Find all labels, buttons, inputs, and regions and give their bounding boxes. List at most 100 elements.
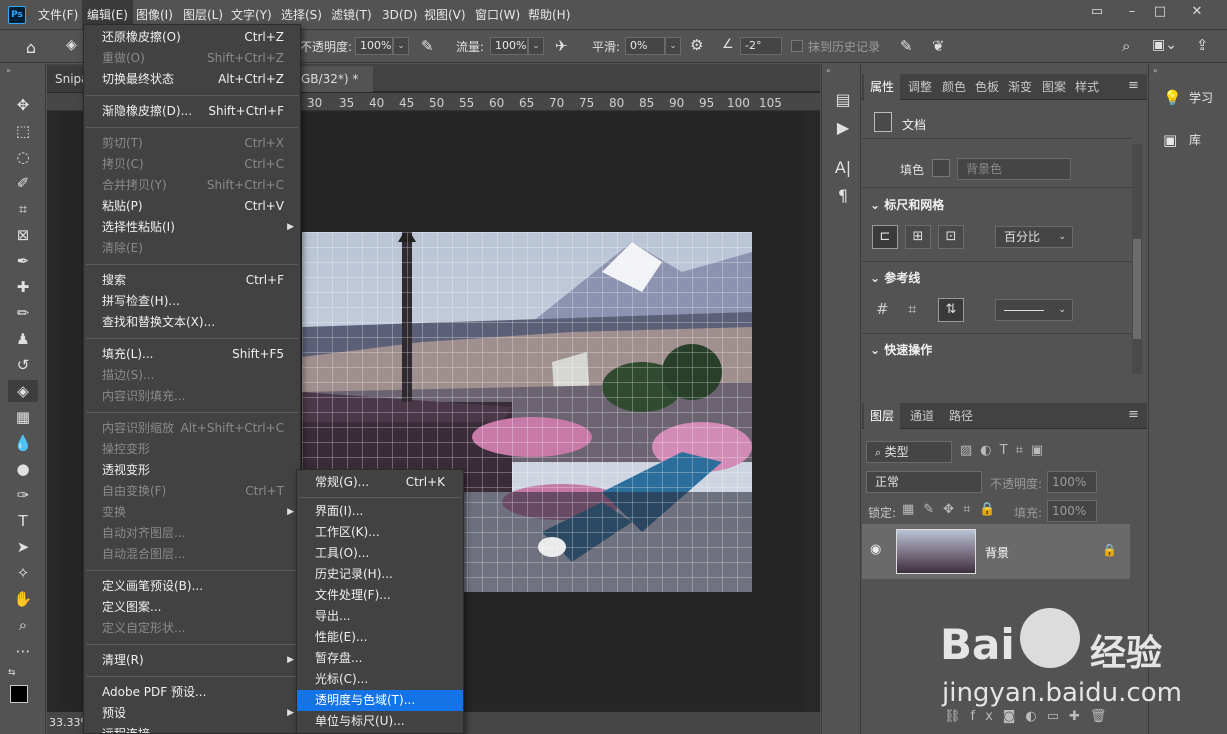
smart-guides-icon[interactable]: ⇅ [938,298,964,322]
type-tool-icon[interactable]: T [8,510,38,532]
dodge-tool-icon[interactable]: ● [8,458,38,480]
learn-button[interactable]: 💡 学习 [1153,84,1225,112]
smooth-dropdown[interactable]: ⌄ [665,37,681,55]
tab-styles[interactable]: 样式 [1069,74,1105,100]
more-tools-icon[interactable]: ⋯ [8,640,38,662]
lasso-tool-icon[interactable]: ◌ [8,146,38,168]
lock-icons[interactable]: ▦✎✥⌗🔒 [902,502,1005,517]
tab-properties[interactable]: 属性 [864,74,901,100]
preferences-menu-item[interactable]: 常规(G)... Ctrl+K [297,472,463,493]
preferences-menu-item[interactable]: 导出... [297,606,463,627]
preferences-menu-item[interactable]: 光标(C)... [297,669,463,690]
collapse-icon[interactable]: « [1153,66,1158,75]
crop-tool-icon[interactable]: ⌗ [8,198,38,220]
eraser-tool-icon[interactable]: ◈ [8,380,38,402]
share-icon[interactable]: ⇪ [1196,36,1209,54]
edit-menu-item[interactable]: 拼写检查(H)... [84,291,300,312]
properties-scrollbar[interactable] [1132,144,1142,374]
zoom-tool-icon[interactable]: ⌕ [8,614,38,636]
history-brush-icon[interactable]: ↺ [8,354,38,376]
opacity-dropdown[interactable]: ⌄ [393,37,409,55]
butterfly-icon[interactable]: ❦ [932,37,945,55]
layer-row[interactable]: ◉ 背景 🔒 [862,524,1130,579]
tab-patterns[interactable]: 图案 [1036,74,1072,100]
pixel-grid-icon[interactable]: ⊡ [938,225,964,249]
edit-menu-item[interactable]: 还原橡皮擦(O) Ctrl+Z [84,27,300,48]
tab-channels[interactable]: 通道 [904,403,940,429]
edit-menu-item[interactable]: 定义画笔预设(B)... [84,576,300,597]
foreground-color[interactable] [10,685,28,703]
guide-lock-icon[interactable]: ⌗ [908,300,916,318]
menu-view[interactable]: 视图(V) [419,0,471,30]
gradient-tool-icon[interactable]: ▦ [8,406,38,428]
layer-opacity-input[interactable]: 100% [1047,471,1097,493]
airbrush-icon[interactable]: ✈ [555,37,568,55]
collapse-icon[interactable]: « [826,66,831,75]
layer-name[interactable]: 背景 [985,544,1009,561]
frame-tool-icon[interactable]: ⊠ [8,224,38,246]
edit-menu-item[interactable]: 选择性粘贴(I) ▶ [84,217,300,238]
edit-menu-item[interactable]: 预设 ▶ [84,703,300,724]
quick-actions-heading[interactable]: ⌄ 快速操作 [870,341,932,358]
preferences-menu-item[interactable]: 工具(O)... [297,543,463,564]
opacity-input[interactable]: 100% [355,37,393,55]
edit-menu-item[interactable]: 填充(L)... Shift+F5 [84,344,300,365]
path-select-icon[interactable]: ➤ [8,536,38,558]
grid-toggle-icon[interactable]: ⊞ [905,225,931,249]
blur-tool-icon[interactable]: 💧 [8,432,38,454]
paragraph-panel-icon[interactable]: ¶ [832,186,854,206]
edit-menu-item[interactable]: 定义图案... [84,597,300,618]
guide-grid-icon[interactable]: # [876,300,889,318]
workspace-icon[interactable]: ▣⌄ [1152,37,1177,53]
quick-select-icon[interactable]: ✐ [8,172,38,194]
layer-fill-input[interactable]: 100% [1047,500,1097,522]
edit-menu-item[interactable]: Adobe PDF 预设... [84,682,300,703]
blend-mode-select[interactable]: 正常 [866,471,982,493]
guide-style-select[interactable]: ⌄ [995,299,1073,321]
preferences-menu-item[interactable]: 暂存盘... [297,648,463,669]
edit-menu-item[interactable]: 清理(R) ▶ [84,650,300,671]
maximize-button[interactable]: □ [1144,0,1176,24]
tab-layers[interactable]: 图层 [864,403,901,429]
menu-window[interactable]: 窗口(W) [470,0,525,30]
tab-paths[interactable]: 路径 [943,403,979,429]
hand-tool-icon[interactable]: ✋ [8,588,38,610]
pressure-size-icon[interactable]: ✎ [900,37,913,55]
smooth-input[interactable]: 0% [625,37,665,55]
edit-menu-item[interactable]: 远程连接... [84,724,300,733]
gear-icon[interactable]: ⚙ [690,36,703,54]
angle-input[interactable]: -2° [740,37,782,55]
preferences-menu-item[interactable]: 历史记录(H)... [297,564,463,585]
preferences-menu-item[interactable]: 性能(E)... [297,627,463,648]
brush-tool-icon[interactable]: ✏ [8,302,38,324]
character-panel-icon[interactable]: A| [832,158,854,178]
close-button[interactable]: ✕ [1181,0,1213,24]
edit-menu-item[interactable]: 粘贴(P) Ctrl+V [84,196,300,217]
ruler-toggle-icon[interactable]: ⊏ [872,225,898,249]
erase-history-checkbox[interactable] [791,40,803,52]
collapse-icon[interactable]: » [6,66,11,75]
pressure-opacity-icon[interactable]: ✎ [421,37,434,55]
visibility-eye-icon[interactable]: ◉ [870,542,881,557]
panel-menu-icon[interactable]: ≡ [1128,78,1139,93]
edit-menu-item[interactable]: 透视变形 [84,460,300,481]
shape-tool-icon[interactable]: ✧ [8,562,38,584]
actions-panel-icon[interactable]: ▶ [832,118,854,138]
home-icon[interactable]: ⌂ [20,38,42,57]
edit-menu-item[interactable]: 渐隐橡皮擦(D)... Shift+Ctrl+F [84,101,300,122]
marquee-tool-icon[interactable]: ⬚ [8,120,38,142]
history-panel-icon[interactable]: ▤ [832,90,854,110]
healing-brush-icon[interactable]: ✚ [8,276,38,298]
layer-filter-select[interactable]: ⌕ 类型 [866,441,952,463]
tab-adjustments[interactable]: 调整 [902,74,938,100]
flow-dropdown[interactable]: ⌄ [528,37,544,55]
pen-tool-icon[interactable]: ✑ [8,484,38,506]
edit-menu-item[interactable]: 查找和替换文本(X)... [84,312,300,333]
panel-menu-icon[interactable]: ≡ [1128,407,1139,422]
layer-filter-icons[interactable]: ▨◐T⌗▣ [960,443,1051,458]
menu-file[interactable]: 文件(F) [33,0,83,30]
tab-color[interactable]: 颜色 [936,74,972,100]
preferences-menu-item[interactable]: 工作区(K)... [297,522,463,543]
menu-filter[interactable]: 滤镜(T) [326,0,377,30]
preferences-menu-item[interactable]: 文件处理(F)... [297,585,463,606]
